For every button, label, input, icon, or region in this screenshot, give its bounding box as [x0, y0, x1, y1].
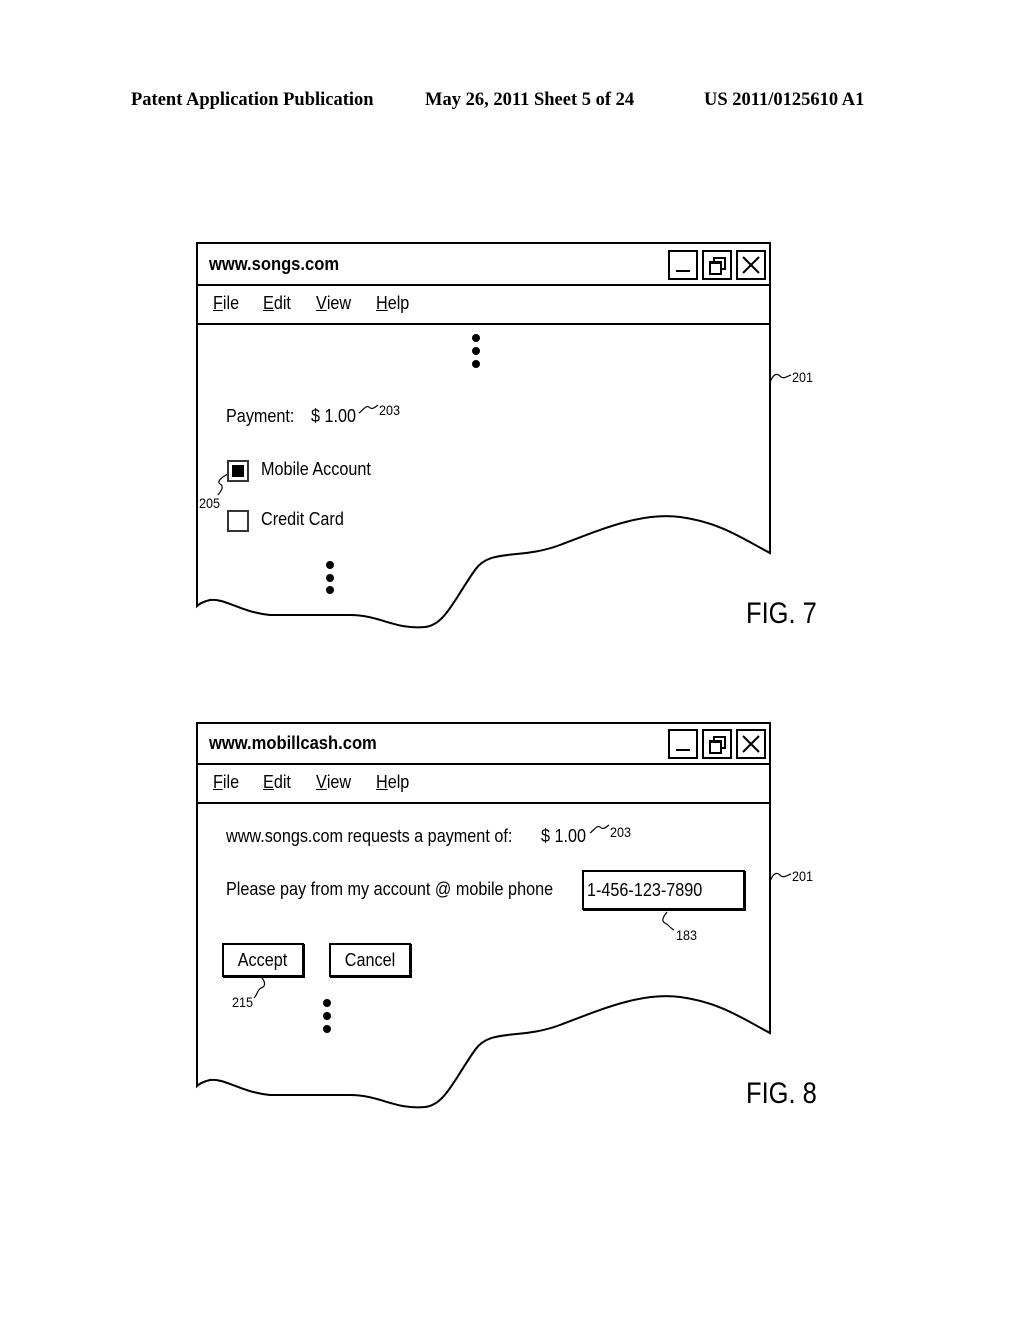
minimize-icon: [676, 270, 690, 272]
accept-button[interactable]: Accept: [222, 943, 304, 977]
fig7-leader-201: [769, 373, 792, 384]
accept-button-label: Accept: [238, 950, 288, 970]
fig7-ref-203: 203: [379, 402, 401, 418]
fig7-window-title: www.songs.com: [209, 254, 340, 274]
fig8-ref-201: 201: [792, 868, 814, 884]
fig7-ref-201: 201: [792, 369, 814, 385]
fig7-mobile-account-label: Mobile Account: [261, 459, 371, 479]
fig8-leader-203: [589, 824, 610, 834]
close-icon: [742, 735, 760, 753]
fig7-restore-button[interactable]: [702, 250, 732, 280]
fig8-menu-bar: File Edit View Help: [213, 772, 430, 793]
fig7-menu-file[interactable]: File: [213, 293, 239, 314]
fig8-pay-from-label: Please pay from my account @ mobile phon…: [226, 879, 554, 899]
fig8-payment-amount: $ 1.00: [541, 826, 587, 846]
cancel-button-label: Cancel: [344, 950, 396, 970]
fig7-menu-view[interactable]: View: [316, 293, 351, 314]
cancel-button[interactable]: Cancel: [329, 943, 411, 977]
fig8-window-title: www.mobillcash.com: [209, 733, 377, 753]
fig7-close-button[interactable]: [736, 250, 766, 280]
fig7-menu-bar: File Edit View Help: [213, 293, 430, 314]
fig8-menu-help[interactable]: Help: [376, 772, 409, 793]
fig7-payment-amount: $ 1.00: [311, 406, 357, 426]
fig8-ref-215: 215: [232, 994, 254, 1010]
fig8-leader-201: [769, 872, 792, 883]
fig8-ref-203: 203: [610, 824, 632, 840]
restore-icon: [709, 257, 726, 275]
fig7-ref-205: 205: [199, 495, 221, 511]
mobile-phone-value: 1-456-123-7890: [587, 880, 703, 900]
fig7-minimize-button[interactable]: [668, 250, 698, 280]
fig8-request-text: www.songs.com requests a payment of:: [226, 826, 513, 846]
fig7-menu-edit[interactable]: Edit: [263, 293, 291, 314]
fig8-menu-edit[interactable]: Edit: [263, 772, 291, 793]
close-icon: [742, 256, 760, 274]
fig8-minimize-button[interactable]: [668, 729, 698, 759]
fig7-mobile-account-checkbox[interactable]: [227, 460, 249, 482]
fig8-leader-183: [662, 911, 675, 931]
fig7-credit-card-checkbox[interactable]: [227, 510, 249, 532]
mobile-phone-input[interactable]: 1-456-123-7890: [582, 870, 745, 910]
fig8-caption: FIG. 8: [746, 1077, 817, 1110]
figure-line-art: [196, 242, 792, 1109]
fig8-leader-215: [253, 977, 266, 999]
fig7-caption: FIG. 7: [746, 597, 817, 630]
fig7-leader-203: [358, 404, 379, 414]
fig8-close-button[interactable]: [736, 729, 766, 759]
fig7-payment-label: Payment:: [226, 406, 295, 426]
fig8-menu-file[interactable]: File: [213, 772, 239, 793]
minimize-icon: [676, 749, 690, 751]
fig8-menu-view[interactable]: View: [316, 772, 351, 793]
fig7-menu-help[interactable]: Help: [376, 293, 409, 314]
fig8-restore-button[interactable]: [702, 729, 732, 759]
restore-icon: [709, 736, 726, 754]
fig7-credit-card-label: Credit Card: [261, 509, 344, 529]
fig8-ref-183: 183: [676, 927, 698, 943]
